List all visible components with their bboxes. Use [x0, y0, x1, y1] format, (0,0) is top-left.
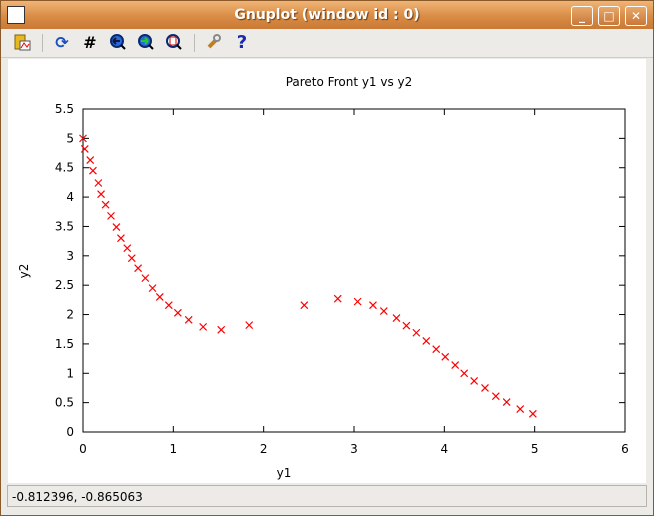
y-tick-label: 0.5 [55, 396, 74, 410]
data-point-marker [491, 392, 500, 401]
data-point-marker [127, 254, 136, 263]
maximize-button[interactable]: □ [598, 6, 620, 26]
x-tick-label: 1 [170, 442, 178, 456]
toolbar-separator [194, 34, 195, 52]
data-point-marker [141, 274, 150, 283]
y-tick-label: 4.5 [55, 161, 74, 175]
x-tick-label: 3 [350, 442, 358, 456]
data-point-marker [148, 284, 157, 293]
x-tick-label: 0 [79, 442, 87, 456]
data-point-marker [369, 301, 377, 310]
y-tick-label: 4 [66, 190, 74, 204]
y-tick-label: 2 [66, 308, 74, 322]
plot-border [82, 108, 626, 433]
data-point-marker [412, 328, 421, 337]
data-point-marker [89, 166, 97, 175]
toolbar: ⟳ # ? [1, 29, 653, 58]
data-point-marker [353, 297, 362, 306]
data-point-marker [97, 190, 105, 199]
data-point-marker [86, 156, 95, 165]
close-button[interactable]: ✕ [625, 6, 647, 26]
minimize-button[interactable]: _ [571, 6, 593, 26]
data-point-marker [80, 145, 89, 153]
y-tick-label: 3 [66, 249, 74, 263]
data-point-marker [245, 321, 254, 330]
window-title: Gnuplot (window id : 0) [234, 7, 420, 23]
x-tick-label: 5 [531, 442, 539, 456]
y-tick-label: 1 [66, 366, 74, 380]
cursor-coordinates: -0.812396, -0.865063 [12, 490, 143, 504]
title-bar[interactable]: Gnuplot (window id : 0) _ □ ✕ [1, 1, 653, 29]
zoom-previous-icon[interactable] [107, 33, 129, 53]
x-axis-label: y1 [277, 466, 292, 480]
help-icon[interactable]: ? [231, 33, 253, 53]
options-icon[interactable] [203, 33, 225, 53]
data-point-marker [481, 384, 489, 392]
data-point-marker [502, 398, 511, 406]
y-tick-label: 5 [66, 131, 74, 145]
data-point-marker [333, 294, 342, 303]
data-point-marker [123, 244, 132, 253]
zoom-next-icon[interactable] [135, 33, 157, 53]
data-point-marker [155, 293, 164, 301]
data-point-marker [117, 234, 125, 243]
pareto-chart: 0 1 2 3 4 5 6 0 0.5 1 1.5 2 2.5 3 3.5 4 4.5 5 5.5 Pareto Fr… [17, 75, 629, 480]
y-tick-label: 0 [66, 425, 74, 439]
replot-icon[interactable]: ⟳ [51, 33, 73, 53]
data-point-marker [134, 264, 143, 273]
data-point-marker [199, 322, 208, 331]
grid-icon[interactable]: # [79, 33, 101, 53]
status-bar: -0.812396, -0.865063 [7, 485, 647, 507]
data-point-marker [300, 301, 309, 310]
chart-title: Pareto Front y1 vs y2 [286, 75, 413, 89]
data-point-marker [107, 211, 115, 220]
data-point-marker [516, 405, 525, 414]
data-point-marker [441, 352, 450, 361]
copy-clipboard-icon[interactable] [11, 33, 33, 53]
x-tick-label: 6 [621, 442, 629, 456]
data-point-marker [101, 200, 110, 209]
y-tick-label: 1.5 [55, 337, 74, 351]
data-point-marker [460, 369, 469, 378]
gnuplot-window: Gnuplot (window id : 0) _ □ ✕ ⟳ # ? 0 1 2 3… [0, 0, 654, 516]
y-tick-label: 2.5 [55, 278, 74, 292]
data-point-marker [422, 337, 431, 345]
data-point-marker [112, 223, 121, 231]
data-point-marker [392, 314, 401, 322]
autoscale-icon[interactable] [163, 33, 185, 53]
data-point-marker [379, 307, 388, 315]
data-point-marker [94, 179, 103, 187]
data-point-marker [173, 308, 182, 317]
y-axis-label: y2 [17, 264, 31, 279]
data-point-marker [451, 361, 460, 369]
data-point-marker [217, 325, 226, 334]
data-point-marker [402, 321, 411, 330]
data-point-marker [184, 315, 193, 324]
plot-canvas[interactable]: 0 1 2 3 4 5 6 0 0.5 1 1.5 2 2.5 3 3.5 4 4.5 5 5.5 Pareto Fr… [8, 59, 646, 483]
x-tick-label: 2 [260, 442, 268, 456]
x-tick-label: 4 [441, 442, 449, 456]
data-point-marker [432, 345, 441, 354]
y-tick-label: 3.5 [55, 219, 74, 233]
data-point-marker [164, 301, 173, 310]
data-point-marker [528, 409, 537, 418]
y-tick-label: 5.5 [55, 102, 74, 116]
data-point-marker [470, 376, 479, 385]
toolbar-separator [42, 34, 43, 52]
